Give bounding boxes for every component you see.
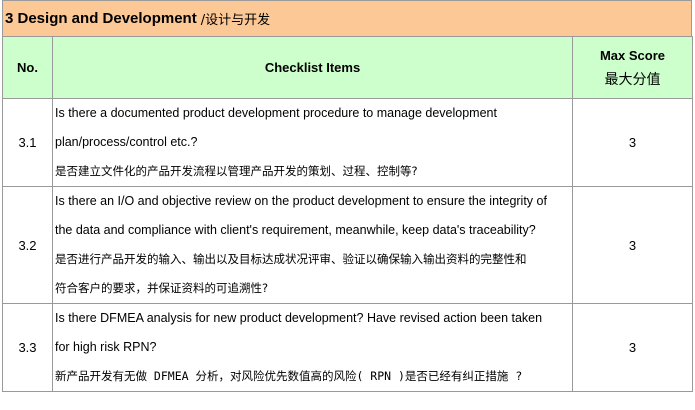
- row-number: 3.2: [2, 186, 53, 304]
- checklist-table: No. Checklist Items Max Score 最大分值 3.1 I…: [2, 36, 693, 392]
- header-items: Checklist Items: [52, 36, 573, 99]
- header-max-en: Max Score: [599, 47, 666, 63]
- row-number: 3.1: [2, 98, 53, 187]
- checklist-sheet: 3 Design and Development /设计与开发 No. Chec…: [2, 0, 693, 392]
- section-title-bar: 3 Design and Development /设计与开发: [2, 0, 692, 36]
- max-score: 3: [572, 186, 693, 304]
- max-score: 3: [572, 98, 693, 187]
- item-line: the data and compliance with client's re…: [55, 223, 536, 237]
- header-max-score: Max Score 最大分值: [572, 36, 693, 99]
- section-title-zh: /设计与开发: [200, 13, 271, 28]
- item-line: Is there an I/O and objective review on …: [55, 194, 547, 208]
- item-line-zh: 新产品开发有无做 DFMEA 分析，对风险优先数值高的风险( RPN )是否已经…: [55, 369, 523, 383]
- section-title: 3 Design and Development: [5, 10, 197, 27]
- checklist-item: Is there a documented product developmen…: [52, 98, 573, 187]
- item-line: for high risk RPN?: [55, 340, 157, 354]
- header-row: No. Checklist Items Max Score 最大分值: [2, 36, 693, 99]
- max-score: 3: [572, 303, 693, 392]
- item-line: Is there DFMEA analysis for new product …: [55, 311, 543, 325]
- table-row: 3.1 Is there a documented product develo…: [2, 98, 693, 187]
- checklist-item: Is there DFMEA analysis for new product …: [52, 303, 573, 392]
- table-row: 3.2 Is there an I/O and objective review…: [2, 186, 693, 304]
- row-number: 3.3: [2, 303, 53, 392]
- item-line-zh: 是否建立文件化的产品开发流程以管理产品开发的策划、过程、控制等?: [55, 164, 418, 178]
- checklist-item: Is there an I/O and objective review on …: [52, 186, 573, 304]
- item-line-zh: 符合客户的要求，并保证资料的可追溯性?: [55, 281, 269, 295]
- table-row: 3.3 Is there DFMEA analysis for new prod…: [2, 303, 693, 392]
- header-max-zh: 最大分值: [604, 71, 661, 88]
- item-line: plan/process/control etc.?: [55, 135, 198, 149]
- item-line: Is there a documented product developmen…: [55, 106, 497, 120]
- header-no: No.: [2, 36, 53, 99]
- item-line-zh: 是否进行产品开发的输入、输出以及目标达成状况评审、验证以确保输入输出资料的完整性…: [55, 252, 527, 266]
